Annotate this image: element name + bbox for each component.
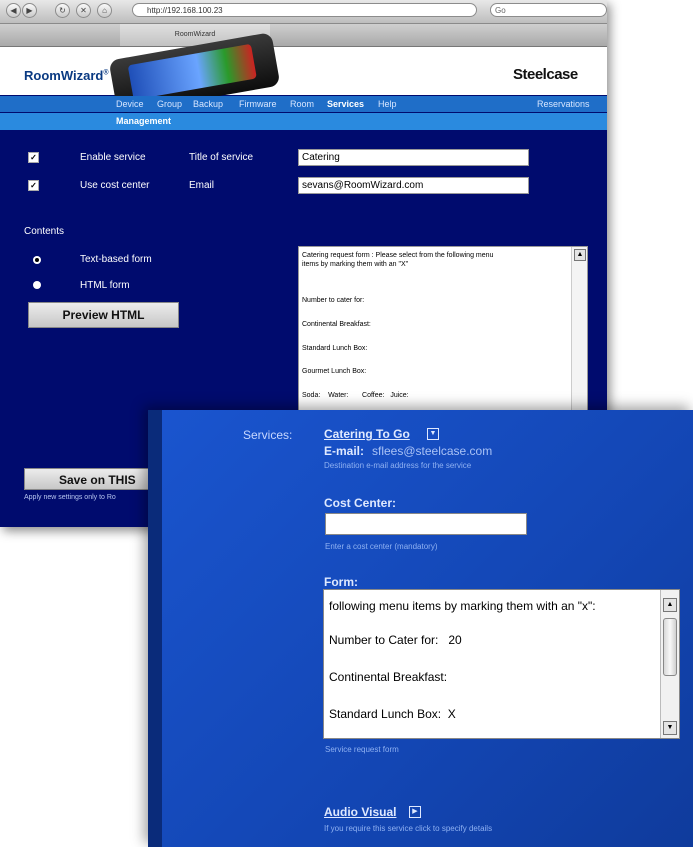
audio-visual-link[interactable]: Audio Visual: [324, 805, 396, 819]
contents-label: Contents: [24, 226, 65, 237]
audio-visual-hint: If you require this service click to spe…: [324, 824, 493, 833]
html-form-label: HTML form: [80, 280, 130, 291]
email-label: Email: [189, 180, 215, 191]
service-form-textarea[interactable]: following menu items by marking them wit…: [323, 589, 680, 739]
home-icon[interactable]: ⌂: [97, 3, 112, 18]
form-label: Form:: [324, 575, 358, 589]
cost-center-input[interactable]: [325, 513, 527, 535]
nav-firmware[interactable]: Firmware: [239, 96, 277, 112]
back-icon[interactable]: ◀: [6, 3, 21, 18]
email-hint: Destination e-mail address for the servi…: [324, 461, 472, 470]
scroll-down-icon[interactable]: ▼: [663, 721, 677, 735]
nav-services[interactable]: Services: [327, 96, 364, 112]
nav-room[interactable]: Room: [290, 96, 314, 112]
email-label-front: E-mail:: [324, 444, 365, 458]
expand-icon[interactable]: ▶: [409, 806, 421, 818]
scroll-up-icon[interactable]: ▲: [663, 598, 677, 612]
apply-note: Apply new settings only to Ro: [24, 494, 116, 501]
form-scrollbar[interactable]: ▲: [571, 247, 587, 412]
email-input[interactable]: sevans@RoomWizard.com: [298, 177, 529, 194]
forward-icon[interactable]: ▶: [22, 3, 37, 18]
use-cost-center-label: Use cost center: [80, 180, 150, 191]
nav-help[interactable]: Help: [378, 96, 397, 112]
cost-center-label: Cost Center:: [324, 496, 397, 510]
steelcase-logo: Steelcase: [513, 66, 578, 83]
text-form-radio[interactable]: [33, 256, 41, 264]
search-bar[interactable]: Go: [490, 3, 607, 17]
form-hint: Service request form: [325, 745, 399, 754]
html-form-radio[interactable]: [33, 281, 41, 289]
use-cost-center-checkbox[interactable]: ✓: [28, 180, 39, 191]
cost-center-hint: Enter a cost center (mandatory): [325, 542, 438, 551]
enable-service-checkbox[interactable]: ✓: [28, 152, 39, 163]
nav-backup[interactable]: Backup: [193, 96, 223, 112]
url-bar[interactable]: http://192.168.100.23: [132, 3, 477, 17]
sub-nav: [0, 113, 607, 130]
dropdown-icon[interactable]: ▼: [427, 428, 439, 440]
title-of-service-label: Title of service: [189, 152, 254, 163]
service-form-scrollbar[interactable]: ▲ ▼: [660, 590, 679, 738]
enable-service-label: Enable service: [80, 152, 146, 163]
subnav-management[interactable]: Management: [116, 113, 171, 130]
scroll-thumb[interactable]: [663, 618, 677, 676]
reload-icon[interactable]: ↻: [55, 3, 70, 18]
nav-device[interactable]: Device: [116, 96, 144, 112]
panel-left-strip: [148, 410, 162, 847]
title-of-service-input[interactable]: Catering: [298, 149, 529, 166]
service-name-link[interactable]: Catering To Go: [324, 427, 410, 441]
stop-icon[interactable]: ✕: [76, 3, 91, 18]
email-value-front: sflees@steelcase.com: [372, 444, 493, 458]
text-form-label: Text-based form: [80, 254, 152, 265]
form-text-area[interactable]: Catering request form : Please select fr…: [298, 246, 588, 413]
roomwizard-logo: RoomWizard®: [24, 68, 109, 83]
tab-strip: RoomWizard: [0, 24, 607, 47]
scroll-up-icon[interactable]: ▲: [574, 249, 586, 261]
services-label: Services:: [243, 428, 293, 442]
preview-html-button[interactable]: Preview HTML: [28, 302, 179, 328]
nav-group[interactable]: Group: [157, 96, 182, 112]
nav-reservations[interactable]: Reservations: [537, 96, 590, 112]
